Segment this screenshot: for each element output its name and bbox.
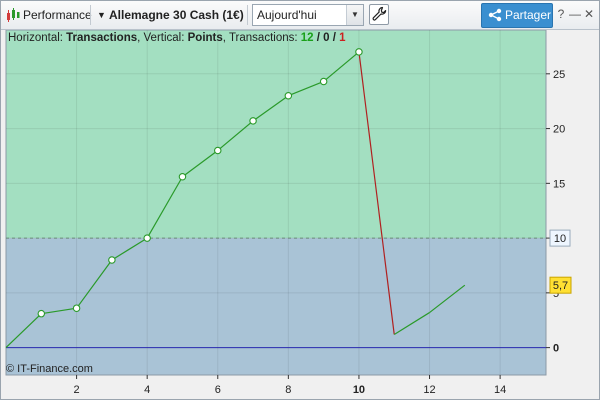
last-value-label: 5,7: [553, 280, 568, 292]
toolbar-divider: [90, 5, 91, 25]
x-tick-label: 14: [494, 384, 506, 396]
transactions-separator: /: [329, 32, 340, 44]
settings-button[interactable]: [369, 4, 389, 25]
x-tick-label: 6: [215, 384, 221, 396]
vertical-label: , Vertical:: [137, 32, 188, 44]
y-tick-label: 0: [553, 343, 559, 355]
toolbar-divider: [247, 5, 248, 25]
minimize-icon[interactable]: —: [568, 7, 582, 21]
x-tick-label: 12: [423, 384, 435, 396]
x-tick-label: 2: [74, 384, 80, 396]
data-point: [355, 48, 363, 56]
threshold-badge: 10: [549, 229, 571, 247]
threshold-badge-label: 10: [554, 233, 566, 245]
y-tick-label: 20: [553, 124, 565, 136]
transactions-separator: /: [313, 32, 324, 44]
data-point: [143, 234, 151, 242]
period-value: Aujourd'hui: [257, 8, 317, 22]
dropdown-arrow-icon[interactable]: ▼: [346, 5, 363, 25]
share-label: Partager: [505, 8, 552, 22]
performance-window: Performance ▼ Allemagne 30 Cash (1€) Auj…: [0, 0, 600, 400]
data-point: [37, 309, 46, 318]
copyright-label: © IT-Finance.com: [6, 363, 93, 375]
share-icon: [488, 8, 502, 22]
y-tick-label: 25: [553, 69, 565, 81]
performance-menu[interactable]: Performance: [23, 5, 92, 25]
instrument-selector[interactable]: Allemagne 30 Cash (1€): [109, 5, 244, 25]
toolbar: Performance ▼ Allemagne 30 Cash (1€) Auj…: [1, 1, 599, 30]
data-point: [214, 146, 222, 155]
close-icon[interactable]: ✕: [582, 7, 596, 21]
performance-chart: 05101520252468101214105,7: [5, 30, 572, 396]
transactions-win-count: 12: [300, 32, 314, 44]
data-point: [284, 91, 293, 100]
data-point: [72, 304, 81, 312]
performance-chart-icon: [7, 8, 20, 22]
transactions-loss-count: 1: [339, 32, 346, 44]
vertical-value: Points: [187, 32, 223, 44]
chevron-down-icon[interactable]: ▼: [97, 5, 106, 25]
help-icon[interactable]: ?: [554, 7, 568, 21]
last-value-badge: 5,7: [549, 276, 572, 294]
data-point: [108, 256, 116, 264]
loss-zone: [6, 238, 546, 375]
share-button[interactable]: Partager: [481, 3, 553, 28]
x-tick-label: 4: [144, 384, 150, 396]
data-point: [178, 173, 187, 181]
x-tick-label: 8: [285, 384, 291, 396]
gain-zone: [6, 30, 546, 239]
data-point: [249, 117, 257, 125]
chart-info-legend: Horizontal: Transactions, Vertical: Poin…: [8, 32, 346, 44]
transactions-label: , Transactions:: [222, 32, 301, 44]
period-select[interactable]: Aujourd'hui ▼: [252, 4, 364, 26]
y-tick-label: 15: [553, 178, 565, 190]
x-tick-label: 10: [353, 384, 365, 396]
horizontal-value: Transactions: [66, 32, 138, 44]
wrench-icon: [372, 6, 387, 21]
data-point: [319, 77, 328, 86]
horizontal-label: Horizontal:: [8, 32, 67, 44]
